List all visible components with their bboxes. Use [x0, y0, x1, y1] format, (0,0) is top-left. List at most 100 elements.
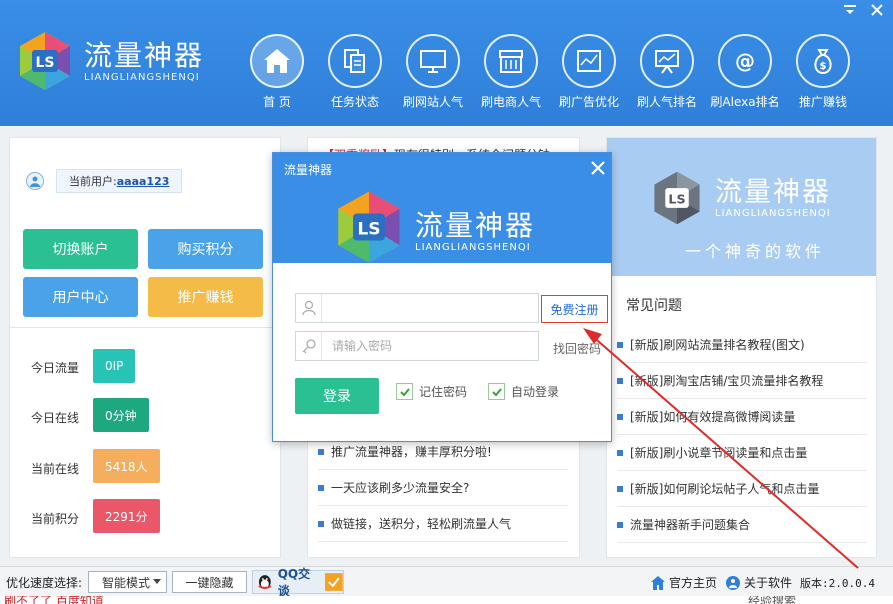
- login-dialog-logo: LS 流量神器 LIANGLIANGSHENQI: [331, 191, 536, 265]
- qq-chat-label: QQ交谈: [277, 567, 311, 598]
- app-name-en: LIANGLIANGSHENQI: [84, 71, 200, 83]
- nav-alexa-rank[interactable]: @ 刷Alexa排名: [706, 34, 784, 110]
- username-field[interactable]: [295, 293, 539, 323]
- brand-banner: LS 流量神器 LIANGLIANGSHENQI 一个神奇的软件: [607, 138, 876, 276]
- faq-panel: LS 流量神器 LIANGLIANGSHENQI 一个神奇的软件 常见问题 [新…: [606, 137, 877, 558]
- speed-mode-select[interactable]: 智能模式: [88, 571, 167, 593]
- stat-value-current-online: 5418人: [93, 449, 160, 483]
- password-field[interactable]: [295, 331, 539, 361]
- money-bag-icon: $: [814, 49, 832, 75]
- user-panel: 当前用户:aaaa123 切换账户 购买积分 用户中心 推广赚钱 今日流量 0I…: [9, 137, 281, 558]
- app-logo: LS 流量神器 LIANGLIANGSHENQI: [14, 30, 204, 92]
- nav-website-traffic[interactable]: 刷网站人气: [394, 34, 472, 110]
- nav-task-status[interactable]: 任务状态: [316, 34, 394, 110]
- login-dialog: 流量神器 LS 流量神器 LIANGLIANGSHENQI 免费注册 找回密码 …: [272, 152, 612, 442]
- buy-points-button[interactable]: 购买积分: [148, 229, 263, 269]
- nav-ecommerce-traffic[interactable]: 刷电商人气: [472, 34, 550, 110]
- window-controls: [843, 4, 883, 20]
- header-bar: LS 流量神器 LIANGLIANGSHENQI 首 页 任务状态 刷网站人气: [0, 0, 893, 126]
- speed-mode-value: 智能模式: [102, 575, 151, 590]
- bullet-icon: [617, 449, 623, 456]
- current-user-row: 当前用户:aaaa123: [26, 169, 183, 193]
- user-center-button[interactable]: 用户中心: [23, 277, 138, 317]
- store-icon: [499, 50, 523, 73]
- banner-logo: LS 流量神器 LIANGLIANGSHENQI: [649, 170, 831, 226]
- svg-text:LS: LS: [668, 191, 685, 206]
- current-user-box: 当前用户:aaaa123: [56, 169, 183, 193]
- background-window-strip: 刷不了了 百度知道 经验搜索: [0, 596, 893, 604]
- bullet-icon: [617, 341, 623, 348]
- nav-promote-earn[interactable]: $ 推广赚钱: [784, 34, 862, 110]
- svg-text:$: $: [820, 61, 827, 72]
- status-bar-right: 官方主页 关于软件 版本:2.0.0.4: [650, 574, 875, 591]
- version-text: 版本:2.0.0.4: [800, 576, 875, 590]
- bullet-icon: [617, 485, 623, 492]
- promote-earn-button[interactable]: 推广赚钱: [148, 277, 263, 317]
- about-link[interactable]: 关于软件: [725, 574, 792, 591]
- status-bar: 优化速度选择: 智能模式 一键隐藏 QQ交谈 官方主页 关于软件 版本:2.0.…: [0, 566, 893, 598]
- qq-chat-button[interactable]: QQ交谈: [252, 567, 344, 598]
- stat-label-current-online: 当前在线: [31, 462, 80, 476]
- register-link[interactable]: 免费注册: [541, 295, 608, 323]
- main-nav: 首 页 任务状态 刷网站人气 刷电商人气 刷广告优化 刷人气排名 @ 刷Alex…: [238, 34, 862, 110]
- user-icon: [296, 294, 322, 322]
- divider: [10, 327, 280, 328]
- bullet-icon: [318, 484, 324, 491]
- qq-penguin-icon: [258, 575, 272, 589]
- svg-text:@: @: [735, 49, 755, 73]
- user-avatar-icon: [26, 172, 44, 190]
- close-icon[interactable]: [871, 4, 883, 20]
- nav-popularity-rank[interactable]: 刷人气排名: [628, 34, 706, 110]
- bullet-icon: [617, 521, 623, 528]
- banner-app-name: 流量神器: [715, 176, 831, 208]
- remember-password-checkbox[interactable]: 记住密码: [396, 383, 467, 400]
- app-name: 流量神器: [84, 38, 205, 72]
- hide-button[interactable]: 一键隐藏: [172, 571, 247, 593]
- stat-value-today-online: 0分钟: [93, 398, 149, 432]
- news-item[interactable]: 做链接，送积分，轻松刷流量人气: [318, 506, 568, 542]
- username-input[interactable]: [322, 301, 532, 315]
- current-user-name[interactable]: aaaa123: [117, 175, 170, 188]
- checkbox-checked-icon: [396, 383, 413, 400]
- faq-item[interactable]: [新版]刷小说章节阅读量和点击量: [617, 435, 867, 471]
- stat-label-today-traffic: 今日流量: [31, 361, 80, 375]
- login-button[interactable]: 登录: [295, 378, 379, 414]
- auto-login-checkbox[interactable]: 自动登录: [488, 383, 559, 400]
- logo-hexagon-icon: LS: [20, 32, 70, 90]
- bullet-icon: [318, 448, 324, 455]
- close-icon[interactable]: [591, 155, 605, 180]
- stat-value-current-points: 2291分: [93, 499, 160, 533]
- stat-label-current-points: 当前积分: [31, 512, 80, 526]
- faq-item[interactable]: [新版]如何刷论坛帖子人气和点击量: [617, 471, 867, 507]
- background-text-right: 经验搜索: [748, 596, 797, 604]
- faq-item[interactable]: [新版]刷网站流量排名教程(图文): [617, 327, 867, 363]
- logo-hexagon-icon: LS: [654, 171, 700, 225]
- ad-chart-icon: [577, 50, 601, 72]
- faq-item[interactable]: [新版]如何有效提高微博阅读量: [617, 399, 867, 435]
- stat-label-today-online: 今日在线: [31, 411, 80, 425]
- background-text-left: 刷不了了 百度知道: [4, 596, 104, 604]
- svg-text:LS: LS: [35, 55, 54, 71]
- nav-home[interactable]: 首 页: [238, 34, 316, 110]
- login-app-name: 流量神器: [415, 208, 536, 242]
- nav-ad-optimize[interactable]: 刷广告优化: [550, 34, 628, 110]
- homepage-link[interactable]: 官方主页: [650, 574, 717, 591]
- forgot-password-link[interactable]: 找回密码: [553, 340, 601, 357]
- bullet-icon: [318, 520, 324, 527]
- minimize-icon[interactable]: [843, 4, 857, 20]
- home-icon: [650, 575, 665, 590]
- faq-item[interactable]: [新版]刷淘宝店铺/宝贝流量排名教程: [617, 363, 867, 399]
- password-input[interactable]: [322, 339, 532, 353]
- document-icon: [344, 49, 365, 73]
- login-dialog-header: 流量神器 LS 流量神器 LIANGLIANGSHENQI: [273, 153, 611, 263]
- faq-item[interactable]: 流量神器新手问题集合: [617, 507, 867, 543]
- news-item[interactable]: 一天应该刷多少流量安全?: [318, 470, 568, 506]
- faq-title: 常见问题: [626, 298, 682, 314]
- switch-account-button[interactable]: 切换账户: [23, 229, 138, 269]
- login-app-name-en: LIANGLIANGSHENQI: [415, 241, 531, 253]
- checkbox-checked-icon: [488, 383, 505, 400]
- ranking-board-icon: [655, 50, 679, 74]
- banner-app-name-en: LIANGLIANGSHENQI: [715, 207, 831, 219]
- chevron-down-icon: [153, 579, 161, 584]
- checkmark-icon: [325, 573, 343, 591]
